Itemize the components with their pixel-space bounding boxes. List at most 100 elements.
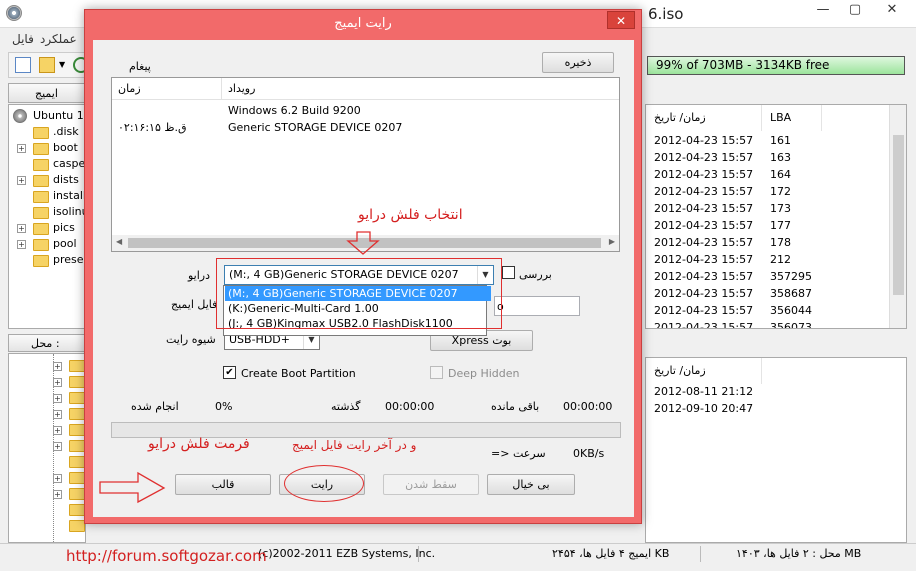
speed-value: 0KB/s — [573, 447, 605, 460]
expand-icon[interactable]: + — [53, 442, 62, 451]
file-date: 2012-04-23 15:57 — [654, 151, 754, 164]
expand-icon[interactable]: + — [53, 474, 62, 483]
file-row[interactable]: 2012-04-23 15:57 357295 — [646, 269, 886, 286]
expand-icon[interactable]: + — [53, 362, 62, 371]
message-log: زمان رویداد Windows 6.2 Build 9200 ق.ظ ۰… — [111, 77, 620, 252]
new-file-icon[interactable] — [15, 57, 31, 73]
file-row[interactable]: 2012-04-23 15:57 173 — [646, 201, 886, 218]
file-row[interactable]: 2012-09-10 20:47 — [646, 401, 886, 418]
file-row[interactable]: 2012-04-23 15:57 178 — [646, 235, 886, 252]
open-folder-icon[interactable] — [39, 57, 55, 73]
log-event: Windows 6.2 Build 9200 — [228, 104, 361, 117]
dialog-title: رایت ایمیج — [334, 16, 392, 31]
file-row[interactable]: 2012-04-23 15:57 177 — [646, 218, 886, 235]
folder-icon — [33, 207, 49, 219]
tree-item-label: presee — [53, 253, 85, 266]
menubar: فایل عملکرد — [0, 30, 84, 48]
capacity-bar: 99% of 703MB - 3134KB free — [647, 56, 905, 75]
folder-icon — [33, 127, 49, 139]
file-date: 2012-04-23 15:57 — [654, 321, 754, 329]
file-row[interactable]: 2012-04-23 15:57 164 — [646, 167, 886, 184]
expand-icon[interactable]: + — [53, 490, 62, 499]
save-button[interactable]: ذخیره — [542, 52, 614, 73]
format-button[interactable]: قالب — [175, 474, 271, 495]
create-boot-partition-checkbox[interactable]: ✔ — [223, 366, 236, 379]
folder-icon — [33, 191, 49, 203]
cancel-button[interactable]: بی خیال — [487, 474, 575, 495]
image-file-field[interactable]: o — [494, 296, 580, 316]
speed-label: => سرعت — [491, 447, 546, 460]
folder-icon — [69, 440, 85, 452]
file-row[interactable]: 2012-04-23 15:57 356073 — [646, 320, 886, 329]
expand-icon[interactable]: + — [53, 410, 62, 419]
deep-hidden-checkbox[interactable] — [430, 366, 443, 379]
scroll-left-icon[interactable]: ◀ — [116, 237, 122, 246]
expand-icon[interactable]: + — [17, 240, 26, 249]
deep-hidden-label: Deep Hidden — [448, 367, 520, 380]
horizontal-scrollbar[interactable]: ◀ ▶ — [112, 235, 619, 251]
annotation-write-image: و در آخر رایت فایل ایمیج — [292, 438, 417, 452]
menu-actions[interactable]: عملکرد — [40, 32, 77, 46]
vertical-scrollbar[interactable] — [889, 105, 906, 328]
close-icon[interactable]: ✕ — [872, 0, 912, 22]
file-date: 2012-04-23 15:57 — [654, 134, 754, 147]
file-lba: 356073 — [770, 321, 812, 329]
scrollbar-thumb[interactable] — [128, 238, 601, 248]
expand-icon[interactable]: + — [53, 426, 62, 435]
file-row[interactable]: 2012-04-23 15:57 212 — [646, 252, 886, 269]
folder-icon — [33, 143, 49, 155]
expand-icon[interactable]: + — [53, 394, 62, 403]
minimize-icon[interactable]: — — [808, 0, 838, 22]
file-date: 2012-04-23 15:57 — [654, 253, 754, 266]
expand-icon[interactable]: + — [17, 144, 26, 153]
disc-app-icon — [6, 5, 22, 21]
scroll-right-icon[interactable]: ▶ — [609, 237, 615, 246]
file-date: 2012-04-23 15:57 — [654, 236, 754, 249]
file-lba: 164 — [770, 168, 791, 181]
file-date: 2012-04-23 15:57 — [654, 202, 754, 215]
file-row[interactable]: 2012-04-23 15:57 358687 — [646, 286, 886, 303]
local-panel-header: محل : — [8, 334, 86, 352]
file-row[interactable]: 2012-04-23 15:57 172 — [646, 184, 886, 201]
verify-checkbox[interactable] — [502, 266, 515, 279]
tree-root-label: Ubuntu 12. — [33, 109, 85, 122]
file-lba: 173 — [770, 202, 791, 215]
image-tree: Ubuntu 12. .disk + boot casper + dists i… — [8, 104, 86, 329]
log-event: Generic STORAGE DEVICE 0207 — [228, 121, 403, 134]
file-row[interactable]: 2012-04-23 15:57 356044 — [646, 303, 886, 320]
column-header-time[interactable]: زمان — [112, 78, 222, 100]
verify-label: بررسی — [519, 268, 552, 281]
column-header-lba[interactable]: LBA — [762, 105, 822, 131]
expand-icon[interactable]: + — [17, 224, 26, 233]
menu-file[interactable]: فایل — [12, 32, 34, 46]
create-boot-partition-label: Create Boot Partition — [241, 367, 356, 380]
file-row[interactable]: 2012-04-23 15:57 163 — [646, 150, 886, 167]
file-date: 2012-09-10 20:47 — [654, 402, 754, 415]
tree-item-label: install — [53, 189, 86, 202]
main-title: 6.iso — [648, 5, 684, 23]
maximize-icon[interactable]: ▢ — [840, 0, 870, 22]
expand-icon[interactable]: + — [17, 176, 26, 185]
done-label: انجام شده — [131, 400, 179, 413]
tree-item-label: dists — [53, 173, 79, 186]
toolbar: ▼ — [8, 52, 89, 78]
image-file-label: فایل ایمیج — [171, 298, 218, 311]
file-row[interactable]: 2012-08-11 21:12 — [646, 384, 886, 401]
expand-icon[interactable]: + — [53, 378, 62, 387]
scrollbar-thumb[interactable] — [893, 135, 904, 295]
file-lba: 177 — [770, 219, 791, 232]
folder-icon — [69, 408, 85, 420]
column-header-date[interactable]: زمان/ تاریخ — [646, 105, 762, 131]
watermark: http://forum.softgozar.com — [66, 547, 267, 565]
abort-button[interactable]: سقط شدن — [383, 474, 479, 495]
column-header-event[interactable]: رویداد — [222, 78, 619, 100]
annotation-select-drive: انتخاب فلش درایو — [358, 207, 463, 223]
file-date: 2012-04-23 15:57 — [654, 185, 754, 198]
local-tree: + + + + + + + + — [8, 353, 86, 543]
image-info: ایمیج ۴ فایل ها، ۲۴۵۴ KB — [552, 547, 670, 560]
file-row[interactable]: 2012-04-23 15:57 161 — [646, 133, 886, 150]
file-lba: 357295 — [770, 270, 812, 283]
close-button[interactable]: ✕ — [607, 11, 635, 29]
column-header-date[interactable]: زمان/ تاریخ — [646, 358, 762, 384]
tree-item-label: pics — [53, 221, 75, 234]
